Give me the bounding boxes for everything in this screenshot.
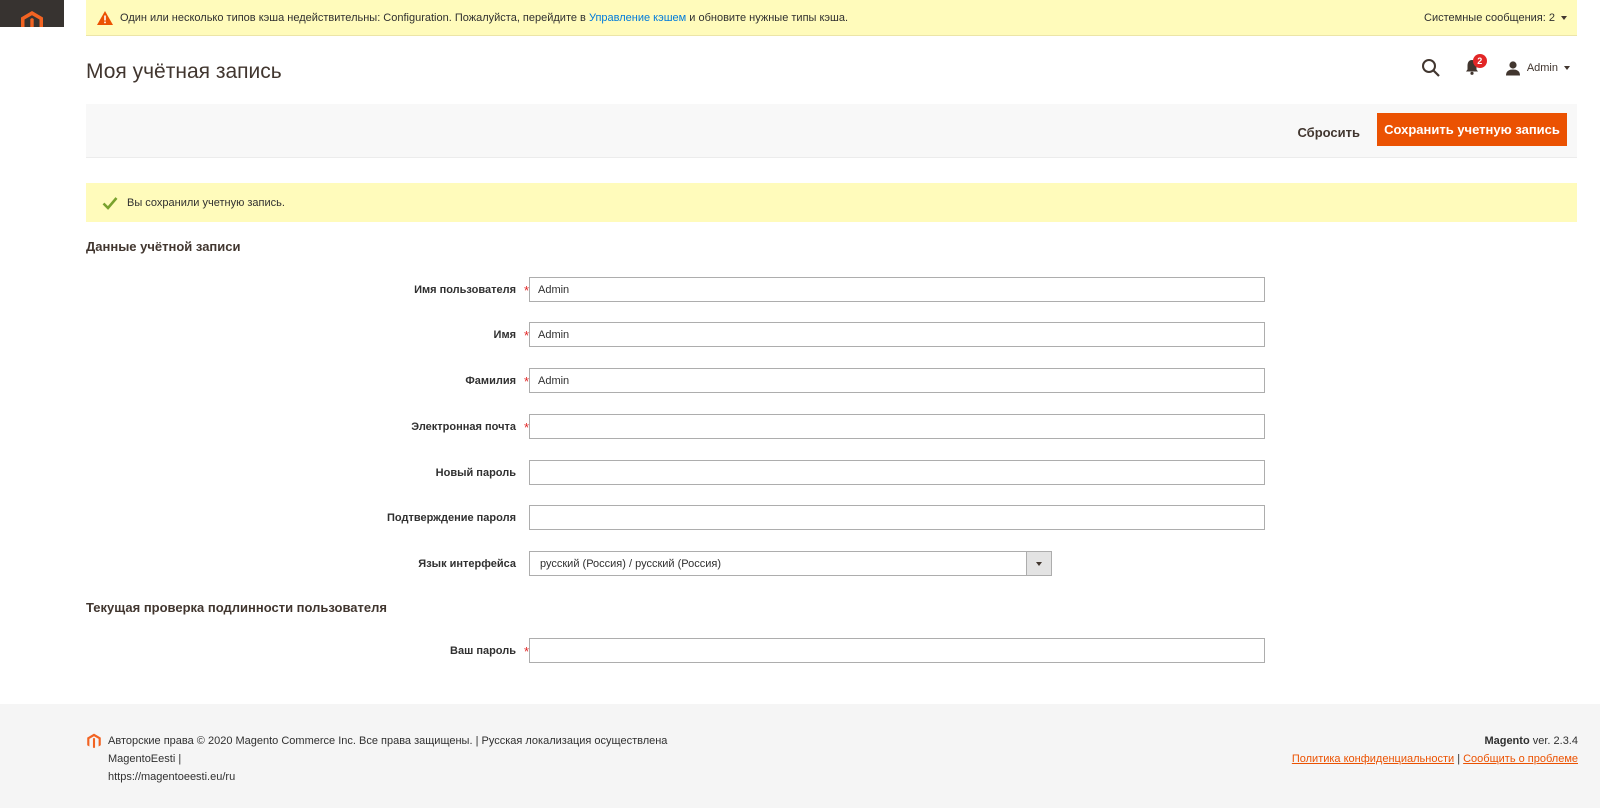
new-password-input[interactable] xyxy=(529,460,1265,485)
current-password-label: Ваш пароль xyxy=(450,645,516,657)
page-title: Моя учётная запись xyxy=(86,60,282,83)
new-password-label: Новый пароль xyxy=(435,467,516,479)
lastname-label: Фамилия xyxy=(465,375,516,387)
system-message-text: Один или несколько типов кэша недействит… xyxy=(120,12,848,24)
success-message: Вы сохранили учетную запись. xyxy=(86,183,1577,222)
chevron-down-icon xyxy=(1561,15,1567,20)
current-password-input[interactable] xyxy=(529,638,1265,663)
select-toggle[interactable] xyxy=(1026,552,1051,575)
current-password-row: Ваш пароль * xyxy=(86,638,1266,664)
interface-locale-row: Язык интерфейса русский (Россия) / русск… xyxy=(86,551,1266,577)
system-message-bar: Один или несколько типов кэша недействит… xyxy=(86,0,1577,36)
warning-icon xyxy=(96,10,114,26)
admin-sidebar xyxy=(0,0,64,704)
footer-copyright: Авторские права © 2020 Magento Commerce … xyxy=(86,732,726,786)
footer-version: Magento ver. 2.3.4 Политика конфиденциал… xyxy=(1292,732,1578,768)
cache-management-link[interactable]: Управление кэшем xyxy=(589,12,686,24)
email-row: Электронная почта * xyxy=(86,414,1266,440)
lastname-input[interactable] xyxy=(529,368,1265,393)
email-input[interactable] xyxy=(529,414,1265,439)
chevron-down-icon xyxy=(1036,561,1042,566)
page-footer: Авторские права © 2020 Magento Commerce … xyxy=(0,704,1600,808)
username-input[interactable] xyxy=(529,277,1265,302)
confirm-password-row: Подтверждение пароля xyxy=(86,505,1266,531)
system-messages-count: Системные сообщения: 2 xyxy=(1424,11,1555,24)
search-icon[interactable] xyxy=(1421,58,1441,78)
header-actions: 2 Admin xyxy=(1421,54,1570,80)
confirm-password-label: Подтверждение пароля xyxy=(387,512,516,524)
version-number: ver. 2.3.4 xyxy=(1532,735,1578,747)
email-label: Электронная почта xyxy=(411,421,516,433)
lastname-row: Фамилия * xyxy=(86,368,1266,394)
notifications-badge: 2 xyxy=(1472,54,1487,68)
interface-locale-value: русский (Россия) / русский (Россия) xyxy=(540,557,722,570)
report-issue-link[interactable]: Сообщить о проблеме xyxy=(1463,753,1578,765)
firstname-input[interactable] xyxy=(529,322,1265,347)
main-content: Один или несколько типов кэша недействит… xyxy=(64,0,1600,704)
user-icon xyxy=(1505,61,1520,76)
privacy-policy-link[interactable]: Политика конфиденциальности xyxy=(1292,753,1454,765)
brand-name: Magento xyxy=(1484,735,1530,747)
username-label: Имя пользователя xyxy=(414,284,516,296)
system-messages-toggle[interactable]: Системные сообщения: 2 xyxy=(1424,12,1567,24)
user-name: Admin xyxy=(1526,62,1558,74)
footer-separator: | xyxy=(1457,753,1461,765)
firstname-row: Имя * xyxy=(86,322,1266,348)
page-actions-bar: Сбросить Сохранить учетную запись xyxy=(86,104,1577,158)
system-message-text-after: и обновите нужные типы кэша. xyxy=(689,11,849,24)
copyright-url: https://magentoeesti.eu/ru xyxy=(108,771,236,783)
interface-locale-label: Язык интерфейса xyxy=(418,558,516,570)
interface-locale-select[interactable]: русский (Россия) / русский (Россия) xyxy=(529,551,1052,576)
copyright-text: Авторские права © 2020 Magento Commerce … xyxy=(108,735,668,765)
success-message-text: Вы сохранили учетную запись. xyxy=(127,196,285,209)
save-account-button[interactable]: Сохранить учетную запись xyxy=(1377,113,1567,146)
verification-section-title: Текущая проверка подлинности пользовател… xyxy=(86,600,387,615)
sidebar-logo-area[interactable] xyxy=(0,0,64,27)
reset-button[interactable]: Сбросить xyxy=(1285,116,1372,148)
user-menu[interactable]: Admin xyxy=(1505,60,1570,76)
account-section-title: Данные учётной записи xyxy=(86,239,241,254)
firstname-label: Имя xyxy=(493,329,516,341)
chevron-down-icon xyxy=(1564,66,1570,70)
notifications-button[interactable]: 2 xyxy=(1463,54,1487,78)
new-password-row: Новый пароль xyxy=(86,460,1266,486)
system-message-text-before: Один или несколько типов кэша недействит… xyxy=(120,11,586,24)
magento-logo-icon xyxy=(87,733,101,749)
confirm-password-input[interactable] xyxy=(529,505,1265,530)
username-row: Имя пользователя * xyxy=(86,277,1266,303)
magento-logo-icon xyxy=(21,11,43,27)
checkmark-icon xyxy=(102,196,118,210)
